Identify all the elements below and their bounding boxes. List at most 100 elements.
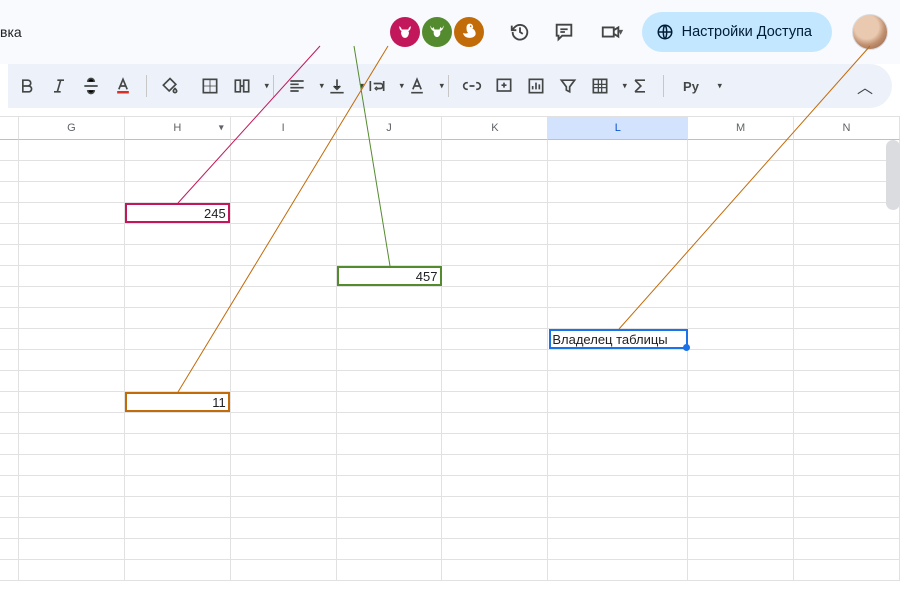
column-header-K[interactable]: K	[442, 117, 548, 140]
cell[interactable]	[0, 350, 19, 371]
cell[interactable]	[548, 434, 688, 455]
cell[interactable]	[337, 560, 443, 581]
cell[interactable]	[19, 413, 125, 434]
cell[interactable]	[231, 329, 337, 350]
cell[interactable]	[442, 434, 548, 455]
cell[interactable]	[125, 140, 231, 161]
cell[interactable]	[19, 518, 125, 539]
cell[interactable]	[442, 371, 548, 392]
cell[interactable]	[794, 287, 900, 308]
merge-cells-button[interactable]: ▾	[227, 71, 265, 101]
collaborator-avatar-moose[interactable]	[422, 17, 452, 47]
cell[interactable]	[337, 371, 443, 392]
cell[interactable]	[231, 308, 337, 329]
vertical-align-button[interactable]: ▾	[322, 71, 360, 101]
cell[interactable]	[19, 350, 125, 371]
cell[interactable]	[548, 287, 688, 308]
cell[interactable]	[794, 560, 900, 581]
cell[interactable]	[125, 161, 231, 182]
cell-H13[interactable]: 11	[125, 392, 231, 413]
cell[interactable]	[442, 350, 548, 371]
cell[interactable]	[794, 203, 900, 224]
cell[interactable]	[337, 203, 443, 224]
cell[interactable]	[442, 539, 548, 560]
cell[interactable]	[794, 140, 900, 161]
cell[interactable]	[688, 266, 794, 287]
cell[interactable]	[548, 371, 688, 392]
cell[interactable]	[442, 161, 548, 182]
cell[interactable]	[0, 224, 19, 245]
cell[interactable]	[0, 392, 19, 413]
cell[interactable]	[688, 560, 794, 581]
cell[interactable]	[125, 455, 231, 476]
cell[interactable]	[442, 413, 548, 434]
cell[interactable]	[0, 497, 19, 518]
cell[interactable]	[337, 245, 443, 266]
cell[interactable]	[688, 245, 794, 266]
cell[interactable]	[231, 140, 337, 161]
cell[interactable]	[548, 497, 688, 518]
cell[interactable]	[125, 539, 231, 560]
cell[interactable]	[548, 476, 688, 497]
column-header-stub[interactable]	[0, 117, 19, 140]
filter-button[interactable]	[553, 71, 583, 101]
cell[interactable]	[688, 497, 794, 518]
cell[interactable]	[688, 476, 794, 497]
cell[interactable]	[231, 161, 337, 182]
cell[interactable]	[337, 476, 443, 497]
cell[interactable]	[19, 224, 125, 245]
cell[interactable]	[794, 392, 900, 413]
cell[interactable]	[688, 140, 794, 161]
insert-chart-button[interactable]	[521, 71, 551, 101]
cell[interactable]	[688, 329, 794, 350]
cell[interactable]	[19, 434, 125, 455]
italic-button[interactable]	[44, 71, 74, 101]
cell[interactable]	[548, 518, 688, 539]
cell[interactable]	[19, 392, 125, 413]
cell[interactable]	[0, 140, 19, 161]
collaborator-avatar-duck[interactable]	[454, 17, 484, 47]
functions-button[interactable]	[625, 71, 655, 101]
cell[interactable]	[125, 350, 231, 371]
cell[interactable]	[0, 266, 19, 287]
cell[interactable]	[0, 203, 19, 224]
cell[interactable]	[19, 266, 125, 287]
cell[interactable]	[548, 161, 688, 182]
cell[interactable]	[0, 371, 19, 392]
cell[interactable]	[688, 161, 794, 182]
cell[interactable]	[125, 413, 231, 434]
cell[interactable]	[19, 497, 125, 518]
cell[interactable]	[548, 539, 688, 560]
cell[interactable]	[337, 224, 443, 245]
cell[interactable]	[231, 455, 337, 476]
cell[interactable]	[548, 308, 688, 329]
cell[interactable]	[19, 182, 125, 203]
python-button[interactable]: Py▾	[672, 71, 718, 101]
cell[interactable]	[794, 161, 900, 182]
cell[interactable]	[688, 413, 794, 434]
cell[interactable]	[688, 182, 794, 203]
borders-button[interactable]	[195, 71, 225, 101]
cell[interactable]	[794, 245, 900, 266]
cell[interactable]	[548, 560, 688, 581]
cell[interactable]	[231, 245, 337, 266]
cell[interactable]	[548, 203, 688, 224]
cell[interactable]	[125, 497, 231, 518]
cell[interactable]	[0, 539, 19, 560]
menu-item-fragment[interactable]: вка	[0, 24, 22, 40]
cell[interactable]	[442, 245, 548, 266]
cell[interactable]	[794, 329, 900, 350]
cell[interactable]	[688, 518, 794, 539]
insert-link-button[interactable]	[457, 71, 487, 101]
cell[interactable]	[548, 455, 688, 476]
cell[interactable]	[337, 518, 443, 539]
cell[interactable]	[125, 308, 231, 329]
text-rotation-button[interactable]: ▾	[402, 71, 440, 101]
bold-button[interactable]	[12, 71, 42, 101]
cell-L10[interactable]: Владелец таблицы	[548, 329, 688, 350]
cell[interactable]	[442, 518, 548, 539]
cell[interactable]	[442, 455, 548, 476]
cell[interactable]	[0, 245, 19, 266]
text-color-button[interactable]	[108, 71, 138, 101]
cell[interactable]	[688, 392, 794, 413]
